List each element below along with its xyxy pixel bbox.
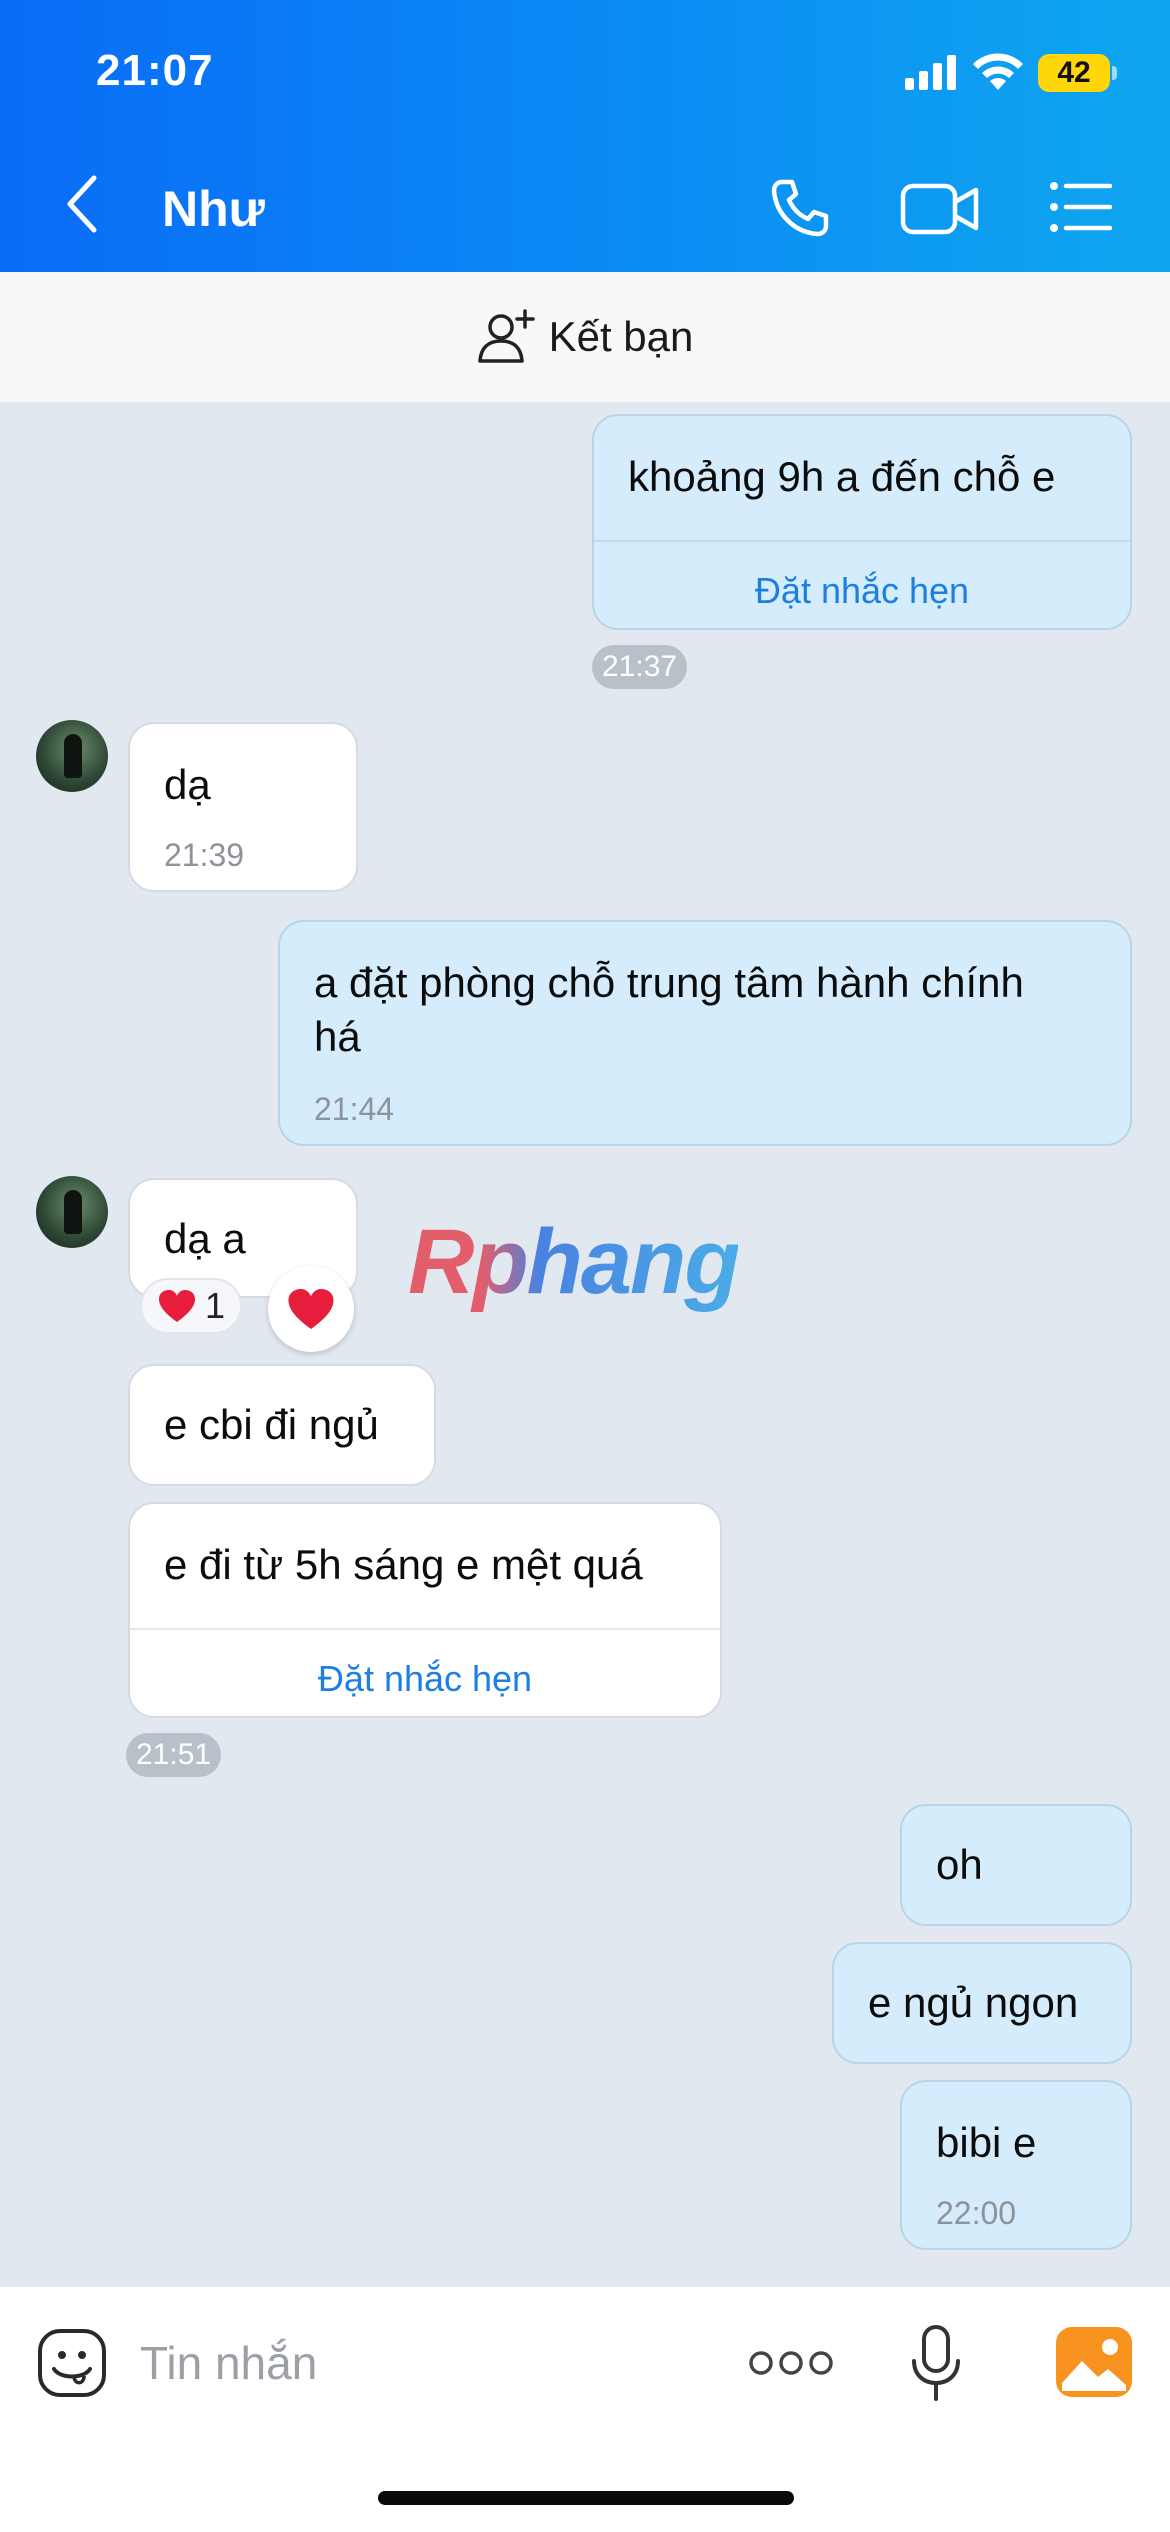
avatar[interactable] xyxy=(36,720,108,792)
message-text: khoảng 9h a đến chỗ e xyxy=(628,453,1056,500)
react-button[interactable] xyxy=(268,1266,354,1352)
message-time: 22:00 xyxy=(936,2195,1017,2231)
heart-icon xyxy=(288,1289,334,1329)
more-dots-icon[interactable] xyxy=(748,2341,834,2385)
reaction-count: 1 xyxy=(204,1285,226,1326)
home-indicator xyxy=(378,2491,794,2505)
sticker-face-icon[interactable] xyxy=(36,2327,108,2399)
message-bubble-outgoing[interactable]: khoảng 9h a đến chỗ e Đặt nhắc hẹn xyxy=(592,414,1132,630)
watermark: Rphang xyxy=(408,1211,740,1313)
divider xyxy=(130,1628,720,1630)
message-time: 21:44 xyxy=(314,1091,395,1127)
message-timestamp: 21:51 xyxy=(126,1733,222,1777)
chat-header: 21:07 42 Như xyxy=(0,0,1170,272)
message-text: e ngủ ngon xyxy=(868,1979,1079,2026)
add-user-icon xyxy=(477,309,535,363)
video-camera-icon[interactable] xyxy=(900,180,980,238)
message-text: e đi từ 5h sáng e mệt quá xyxy=(164,1541,643,1588)
message-text: dạ a xyxy=(164,1215,246,1262)
message-bubble-outgoing[interactable]: bibi e 22:00 xyxy=(900,2080,1132,2250)
divider xyxy=(594,540,1130,542)
message-bubble-outgoing[interactable]: oh xyxy=(900,1804,1132,1926)
message-text: e cbi đi ngủ xyxy=(164,1401,379,1448)
message-text-line-1: a đặt phòng chỗ trung tâm hành chính xyxy=(314,959,1024,1006)
message-text: bibi e xyxy=(936,2119,1037,2166)
image-gallery-icon[interactable] xyxy=(1056,2327,1132,2397)
avatar-figure xyxy=(64,1190,82,1234)
message-timestamp: 21:37 xyxy=(592,645,688,689)
list-menu-icon[interactable] xyxy=(1048,180,1112,234)
set-reminder-link[interactable]: Đặt nhắc hẹn xyxy=(594,564,1130,618)
avatar[interactable] xyxy=(36,1176,108,1248)
message-text: dạ xyxy=(164,761,211,808)
message-bubble-incoming[interactable]: e cbi đi ngủ xyxy=(128,1364,436,1486)
message-input[interactable] xyxy=(140,2331,700,2395)
battery-indicator: 42 xyxy=(1038,54,1117,92)
message-text-line-2: há xyxy=(314,1013,361,1060)
set-reminder-link[interactable]: Đặt nhắc hẹn xyxy=(130,1652,720,1706)
battery-level: 42 xyxy=(1038,54,1110,92)
avatar-figure xyxy=(64,734,82,778)
status-time: 21:07 xyxy=(96,46,214,95)
chevron-left-icon[interactable] xyxy=(58,172,108,236)
reaction-summary[interactable]: 1 xyxy=(140,1278,242,1334)
message-text: oh xyxy=(936,1841,983,1888)
microphone-icon[interactable] xyxy=(908,2323,964,2403)
phone-icon[interactable] xyxy=(768,176,832,240)
cellular-signal-icon xyxy=(905,55,956,90)
add-friend-label: Kết bạn xyxy=(548,313,694,360)
message-time: 21:39 xyxy=(164,837,245,873)
message-bubble-incoming[interactable]: dạ 21:39 xyxy=(128,722,358,892)
wifi-icon xyxy=(973,53,1023,90)
message-bubble-incoming[interactable]: e đi từ 5h sáng e mệt quá Đặt nhắc hẹn xyxy=(128,1502,722,1718)
message-bubble-outgoing[interactable]: e ngủ ngon xyxy=(832,1942,1132,2064)
battery-tip xyxy=(1112,66,1117,80)
message-bubble-outgoing[interactable]: a đặt phòng chỗ trung tâm hành chính há … xyxy=(278,920,1132,1146)
heart-icon xyxy=(158,1290,195,1322)
contact-name[interactable]: Như xyxy=(162,180,265,238)
composer-bar xyxy=(0,2286,1170,2532)
add-friend-button[interactable]: Kết bạn xyxy=(0,272,1170,402)
